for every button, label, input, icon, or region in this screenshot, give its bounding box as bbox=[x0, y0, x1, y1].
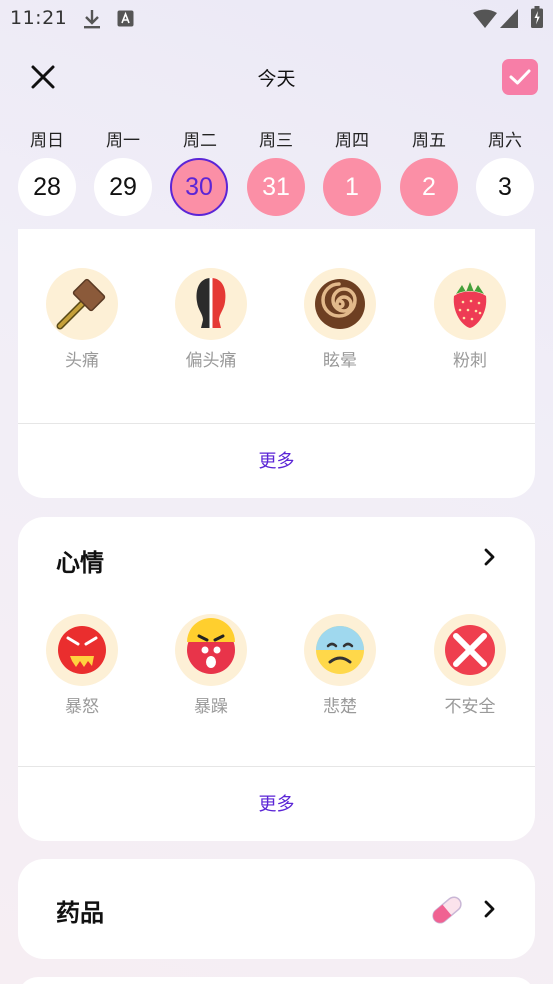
hammer-icon bbox=[56, 278, 106, 330]
pill-icon bbox=[432, 896, 462, 924]
page-title: 今天 bbox=[257, 68, 296, 90]
a-box-icon bbox=[117, 10, 134, 27]
symptom-item-dizziness[interactable]: 眩晕 bbox=[285, 268, 395, 371]
date-cell[interactable]: 3 bbox=[476, 158, 534, 216]
mood-label: 暴怒 bbox=[65, 697, 99, 717]
weekday-label: 周四 bbox=[335, 131, 369, 151]
symptom-item-headache[interactable]: 头痛 bbox=[27, 268, 137, 371]
symptom-item-acne[interactable]: 粉刺 bbox=[415, 268, 525, 371]
chevron-right-icon[interactable] bbox=[479, 899, 499, 919]
sad-face-icon bbox=[316, 626, 364, 674]
strawberry-icon bbox=[453, 282, 487, 328]
date-cell[interactable]: 28 bbox=[18, 158, 76, 216]
spiral-icon bbox=[315, 279, 365, 329]
medicine-card[interactable]: 药品 bbox=[18, 859, 535, 959]
mood-icon-circle bbox=[304, 614, 376, 686]
half-head-icon bbox=[196, 278, 226, 328]
weekday-label: 周三 bbox=[259, 131, 293, 151]
weekday-label: 周六 bbox=[488, 131, 522, 151]
symptom-grid: 头痛 偏头痛 眩晕 粉刺 bbox=[18, 268, 535, 388]
date-cell[interactable]: 29 bbox=[94, 158, 152, 216]
download-icon bbox=[84, 10, 100, 29]
medicine-title: 药品 bbox=[56, 899, 104, 927]
mood-icon-circle bbox=[46, 614, 118, 686]
symptom-label: 头痛 bbox=[65, 351, 99, 371]
mood-icon-circle bbox=[434, 614, 506, 686]
status-time: 11:21 bbox=[10, 7, 68, 29]
symptom-icon-circle bbox=[304, 268, 376, 340]
divider bbox=[18, 423, 535, 424]
symptom-icon-circle bbox=[434, 268, 506, 340]
battery-icon bbox=[531, 6, 543, 28]
weekday-label: 周五 bbox=[412, 131, 446, 151]
symptom-label: 偏头痛 bbox=[185, 351, 237, 371]
rage-face-icon bbox=[58, 626, 106, 674]
mood-card: 心情 暴怒 暴躁 悲楚 不安全 更多 bbox=[18, 517, 535, 841]
symptom-icon-circle bbox=[175, 268, 247, 340]
mood-item-rage[interactable]: 暴怒 bbox=[27, 614, 137, 717]
irritable-face-icon bbox=[187, 618, 235, 674]
wifi-icon bbox=[473, 9, 497, 28]
weekday-row: 周日 周一 周二 周三 周四 周五 周六 bbox=[0, 126, 553, 151]
divider bbox=[18, 766, 535, 767]
symptom-icon-circle bbox=[46, 268, 118, 340]
date-row: 28 29 30 31 1 2 3 bbox=[0, 158, 553, 218]
weekday-label: 周二 bbox=[183, 131, 217, 151]
confirm-button[interactable] bbox=[502, 59, 538, 95]
top-bar: 今天 bbox=[0, 52, 553, 102]
status-bar: 11:21 bbox=[0, 0, 553, 36]
symptoms-more-link[interactable]: 更多 bbox=[18, 447, 535, 473]
signal-icon bbox=[500, 9, 518, 28]
weekday-label: 周日 bbox=[30, 131, 64, 151]
check-icon bbox=[509, 69, 531, 85]
date-cell-period[interactable]: 2 bbox=[400, 158, 458, 216]
symptom-label: 粉刺 bbox=[453, 351, 487, 371]
mood-item-insecure[interactable]: 不安全 bbox=[415, 614, 525, 717]
mood-label: 悲楚 bbox=[323, 697, 357, 717]
mood-item-sorrow[interactable]: 悲楚 bbox=[285, 614, 395, 717]
date-cell-today[interactable]: 30 bbox=[170, 158, 228, 216]
symptoms-card: 头痛 偏头痛 眩晕 粉刺 更多 bbox=[18, 229, 535, 498]
mood-label: 不安全 bbox=[444, 697, 496, 717]
chevron-right-icon[interactable] bbox=[479, 547, 499, 567]
mood-grid: 暴怒 暴躁 悲楚 不安全 bbox=[18, 614, 535, 734]
date-cell-period[interactable]: 1 bbox=[323, 158, 381, 216]
weekday-label: 周一 bbox=[106, 131, 140, 151]
mood-title: 心情 bbox=[56, 549, 104, 577]
mood-icon-circle bbox=[175, 614, 247, 686]
next-card bbox=[18, 977, 535, 984]
mood-label: 暴躁 bbox=[194, 697, 228, 717]
mood-more-link[interactable]: 更多 bbox=[18, 790, 535, 816]
cross-icon bbox=[445, 625, 495, 675]
date-cell-period[interactable]: 31 bbox=[247, 158, 305, 216]
mood-item-irritable[interactable]: 暴躁 bbox=[156, 614, 266, 717]
symptom-label: 眩晕 bbox=[323, 351, 357, 371]
symptom-item-migraine[interactable]: 偏头痛 bbox=[156, 268, 266, 371]
